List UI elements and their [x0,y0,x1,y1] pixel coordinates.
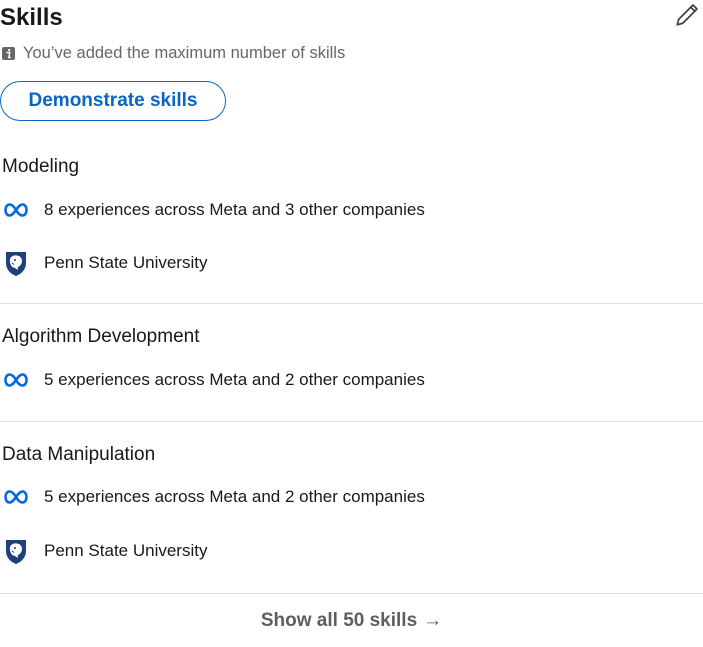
detail-text: Penn State University [44,253,208,272]
divider [0,303,703,304]
edit-skills-button[interactable] [672,2,702,32]
skill-name[interactable]: Modeling [2,154,79,180]
skills-section: Skills You’ve added the maximum number o… [0,0,703,647]
max-skills-text: You’ve added the maximum number of skill… [23,43,346,62]
section-title: Skills [0,4,63,31]
pencil-icon [674,2,700,33]
skill-name[interactable]: Data Manipulation [2,442,155,468]
skill-detail-row: Penn State University [4,249,207,277]
meta-logo-icon [4,196,32,224]
detail-text: 5 experiences across Meta and 2 other co… [44,487,425,506]
penn-state-logo-icon [4,249,32,277]
detail-text: Penn State University [44,541,208,560]
max-skills-notice: You’ve added the maximum number of skill… [2,42,345,64]
divider [0,593,703,594]
info-icon [2,46,15,60]
detail-text: 8 experiences across Meta and 3 other co… [44,200,425,219]
meta-logo-icon [4,366,32,394]
penn-state-logo-icon [4,537,32,565]
divider [0,421,703,422]
skill-detail-row: Penn State University [4,537,207,565]
detail-text: 5 experiences across Meta and 2 other co… [44,370,425,389]
skill-detail-row: 5 experiences across Meta and 2 other co… [4,483,425,511]
show-all-skills-link[interactable]: Show all 50 skills → [0,604,703,638]
skill-name[interactable]: Algorithm Development [2,324,199,350]
show-all-label: Show all 50 skills [260,610,418,631]
demonstrate-skills-button[interactable]: Demonstrate skills [0,81,226,121]
meta-logo-icon [4,483,32,511]
skill-detail-row: 8 experiences across Meta and 3 other co… [4,196,425,224]
arrow-right-icon: → [423,610,443,631]
skill-detail-row: 5 experiences across Meta and 2 other co… [4,366,425,394]
